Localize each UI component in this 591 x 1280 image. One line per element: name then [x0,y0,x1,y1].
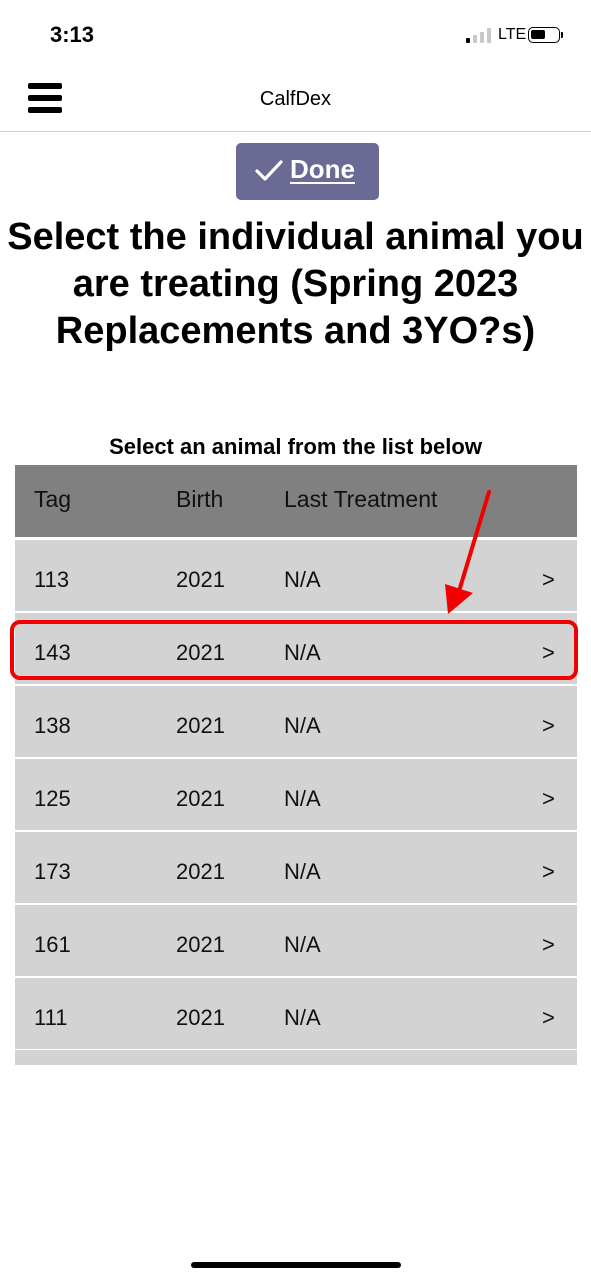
battery-icon [528,27,560,43]
table-row[interactable]: 173 2021 N/A > [15,832,577,903]
page-title: Select the individual animal you are tre… [7,216,584,352]
checkmark-icon [255,159,283,181]
table-header: Tag Birth Last Treatment [15,465,577,537]
row-last-treatment: N/A [284,640,321,665]
row-birth: 2021 [176,567,225,592]
table-row[interactable]: 143 2021 N/A > [15,613,577,684]
cellular-signal-icon [466,28,494,43]
row-birth: 2021 [176,859,225,884]
row-tag: 125 [34,786,71,811]
row-last-treatment: N/A [284,567,321,592]
row-tag: 161 [34,932,71,957]
done-label: Done [290,154,355,184]
chevron-right-icon: > [542,567,555,592]
column-header-birth: Birth [176,486,224,512]
row-last-treatment: N/A [284,859,321,884]
row-birth: 2021 [176,713,225,738]
row-tag: 111 [34,1005,68,1030]
table-row[interactable]: 138 2021 N/A > [15,686,577,757]
status-bar: 3:13 LTE [0,0,591,70]
row-tag: 143 [34,640,71,665]
row-last-treatment: N/A [284,713,321,738]
nav-header: CalfDex [0,70,591,132]
status-time: 3:13 [50,22,95,47]
row-tag: 113 [34,567,70,592]
chevron-right-icon: > [542,713,555,738]
chevron-right-icon: > [542,640,555,665]
chevron-right-icon: > [542,859,555,884]
column-header-last-treatment: Last Treatment [284,486,438,512]
column-header-tag: Tag [34,486,72,512]
home-indicator[interactable] [191,1262,401,1268]
done-button[interactable]: Done [236,143,379,200]
instruction-text: Select an animal from the list below [109,434,482,459]
chevron-right-icon: > [542,786,555,811]
row-birth: 2021 [176,786,225,811]
chevron-right-icon: > [542,1005,555,1030]
row-tag: 173 [34,859,71,884]
app-title: CalfDex [259,88,332,110]
table-row-partial[interactable] [15,1050,577,1065]
battery-tip [561,32,563,38]
table-row[interactable]: 111 2021 N/A > [15,978,577,1049]
row-tag: 138 [34,713,71,738]
row-last-treatment: N/A [284,786,321,811]
row-birth: 2021 [176,640,225,665]
row-birth: 2021 [176,932,225,957]
table-row[interactable]: 125 2021 N/A > [15,759,577,830]
row-birth: 2021 [176,1005,225,1030]
chevron-right-icon: > [542,932,555,957]
row-last-treatment: N/A [284,932,321,957]
network-type: LTE [498,26,527,43]
row-last-treatment: N/A [284,1005,321,1030]
table-row[interactable]: 113 2021 N/A > [15,540,577,611]
table-row[interactable]: 161 2021 N/A > [15,905,577,976]
